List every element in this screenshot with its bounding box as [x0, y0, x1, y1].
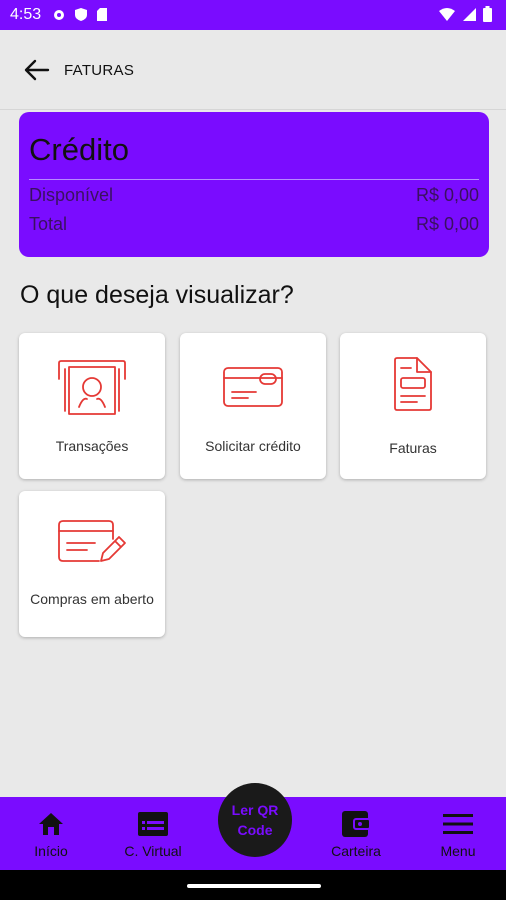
credit-summary-card: Crédito Disponível R$ 0,00 Total R$ 0,00	[19, 112, 489, 257]
credit-available-label: Disponível	[29, 185, 114, 205]
wifi-icon	[439, 7, 455, 21]
nav-item-virtual-card[interactable]: C. Virtual	[113, 797, 193, 870]
credit-card-icon	[223, 367, 283, 407]
home-gesture-handle[interactable]	[187, 884, 321, 888]
tile-invoices[interactable]: Faturas	[340, 333, 486, 479]
qr-code-button[interactable]: Ler QR Code	[218, 783, 292, 857]
page-title: FATURAS	[64, 62, 135, 79]
credit-available-value: R$ 0,00	[415, 185, 479, 205]
status-bar: 4:53	[0, 0, 506, 30]
nav-item-menu[interactable]: Menu	[426, 797, 490, 870]
arrow-left-icon	[24, 59, 50, 81]
pending-purchase-icon	[58, 520, 126, 562]
divider	[29, 179, 479, 180]
credit-total-row: Total R$ 0,00	[29, 214, 479, 235]
tile-label: Solicitar crédito	[205, 438, 301, 454]
tile-transactions[interactable]: Transações	[19, 333, 165, 479]
tile-request-credit[interactable]: Solicitar crédito	[180, 333, 326, 479]
section-title: O que deseja visualizar?	[20, 281, 294, 309]
nav-item-home[interactable]: Início	[16, 797, 86, 870]
tile-label: Transações	[55, 438, 129, 454]
nav-label: Carteira	[331, 843, 381, 859]
nav-label: Menu	[440, 843, 476, 859]
tile-label: Faturas	[389, 440, 437, 456]
nav-label: C. Virtual	[124, 843, 182, 859]
credit-total-value: R$ 0,00	[415, 214, 479, 234]
sd-card-icon	[97, 8, 107, 21]
app-header: FATURAS	[0, 30, 506, 110]
receipt-icon	[58, 360, 126, 415]
credit-title: Crédito	[29, 132, 129, 167]
menu-icon	[443, 814, 473, 834]
status-time: 4:53	[10, 6, 42, 23]
credit-available-row: Disponível R$ 0,00	[29, 185, 479, 206]
system-gesture-bar	[0, 870, 506, 900]
nav-item-wallet[interactable]: Carteira	[318, 797, 394, 870]
tile-label: Compras em aberto	[30, 591, 154, 607]
settings-icon	[54, 9, 64, 20]
back-button[interactable]	[20, 53, 54, 87]
shield-icon	[75, 8, 87, 21]
signal-icon	[463, 7, 476, 21]
home-icon	[39, 813, 63, 835]
virtual-card-icon	[138, 812, 168, 836]
wallet-icon	[342, 811, 370, 837]
nav-label: Início	[34, 843, 68, 859]
credit-total-label: Total	[29, 214, 68, 234]
battery-icon	[483, 6, 492, 22]
tile-open-purchases[interactable]: Compras em aberto	[19, 491, 165, 637]
qr-button-label: Ler QR Code	[231, 802, 279, 838]
invoice-icon	[394, 357, 432, 411]
